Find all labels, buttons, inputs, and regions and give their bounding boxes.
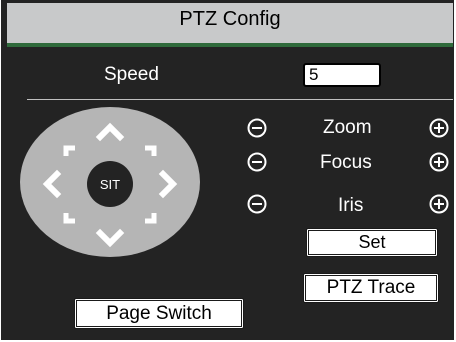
focus-minus-button[interactable] — [247, 152, 267, 177]
page-switch-button[interactable]: Page Switch — [74, 298, 244, 329]
speed-input[interactable]: 5 — [303, 63, 381, 87]
focus-plus-button[interactable] — [429, 152, 449, 177]
speed-label: Speed — [104, 64, 159, 85]
circled-minus-icon — [247, 194, 267, 214]
direction-pad: SIT — [19, 106, 201, 267]
set-button[interactable]: Set — [306, 228, 438, 257]
iris-label: Iris — [338, 195, 364, 216]
zoom-label: Zoom — [323, 117, 372, 138]
iris-plus-button[interactable] — [429, 194, 449, 219]
sit-label: SIT — [100, 177, 120, 192]
circled-plus-icon — [429, 194, 449, 214]
title-bar: PTZ Config — [7, 3, 453, 43]
window-title: PTZ Config — [179, 8, 281, 30]
circled-plus-icon — [429, 152, 449, 172]
circled-plus-icon — [429, 118, 449, 138]
focus-label: Focus — [320, 152, 372, 173]
sit-button[interactable]: SIT — [87, 161, 133, 207]
circled-minus-icon — [247, 118, 267, 138]
divider — [27, 99, 453, 100]
circled-minus-icon — [247, 152, 267, 172]
zoom-plus-button[interactable] — [429, 118, 449, 143]
iris-minus-button[interactable] — [247, 194, 267, 219]
zoom-minus-button[interactable] — [247, 118, 267, 143]
title-accent-line — [7, 43, 453, 47]
ptz-trace-button[interactable]: PTZ Trace — [303, 273, 439, 303]
